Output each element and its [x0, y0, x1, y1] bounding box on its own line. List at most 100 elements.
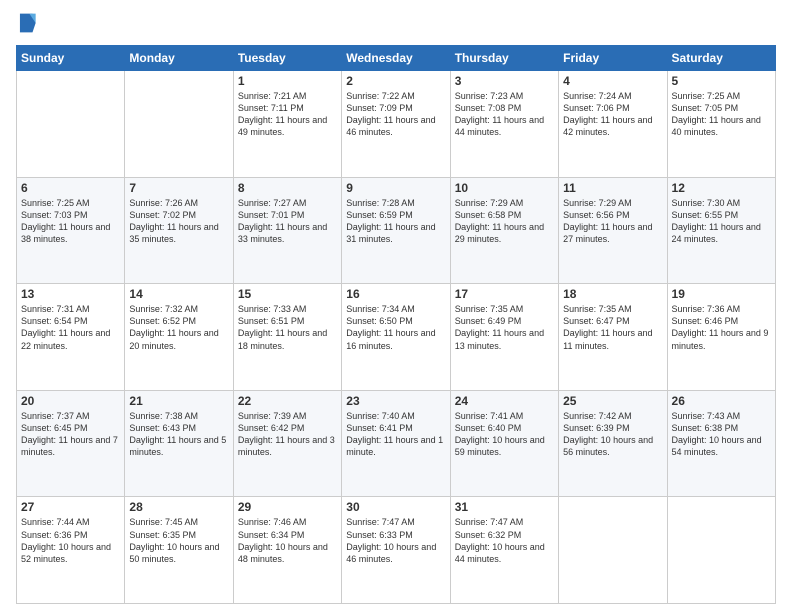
- day-info: Sunrise: 7:26 AM Sunset: 7:02 PM Dayligh…: [129, 197, 228, 246]
- week-row-4: 20 Sunrise: 7:37 AM Sunset: 6:45 PM Dayli…: [17, 390, 776, 497]
- day-number: 15: [238, 287, 337, 301]
- calendar-cell: 18 Sunrise: 7:35 AM Sunset: 6:47 PM Dayli…: [559, 284, 667, 391]
- day-info: Sunrise: 7:40 AM Sunset: 6:41 PM Dayligh…: [346, 410, 445, 459]
- weekday-header-saturday: Saturday: [667, 46, 775, 71]
- day-number: 1: [238, 74, 337, 88]
- day-info: Sunrise: 7:25 AM Sunset: 7:05 PM Dayligh…: [672, 90, 771, 139]
- day-info: Sunrise: 7:47 AM Sunset: 6:33 PM Dayligh…: [346, 516, 445, 565]
- day-info: Sunrise: 7:34 AM Sunset: 6:50 PM Dayligh…: [346, 303, 445, 352]
- calendar-cell: 28Sunrise: 7:45 AM Sunset: 6:35 PM Dayli…: [125, 497, 233, 604]
- day-number: 5: [672, 74, 771, 88]
- calendar-cell: 2Sunrise: 7:22 AM Sunset: 7:09 PM Daylig…: [342, 71, 450, 178]
- week-row-3: 13 Sunrise: 7:31 AM Sunset: 6:54 PM Dayli…: [17, 284, 776, 391]
- calendar-cell: 4 Sunrise: 7:24 AM Sunset: 7:06 PM Daylig…: [559, 71, 667, 178]
- day-number: 26: [672, 394, 771, 408]
- calendar-cell: 27 Sunrise: 7:44 AM Sunset: 6:36 PM Dayli…: [17, 497, 125, 604]
- day-number: 4: [563, 74, 662, 88]
- weekday-header-wednesday: Wednesday: [342, 46, 450, 71]
- day-info: Sunrise: 7:31 AM Sunset: 6:54 PM Dayligh…: [21, 303, 120, 352]
- day-info: Sunrise: 7:30 AM Sunset: 6:55 PM Dayligh…: [672, 197, 771, 246]
- day-number: 31: [455, 500, 554, 514]
- logo: [16, 12, 40, 39]
- day-number: 22: [238, 394, 337, 408]
- day-info: Sunrise: 7:22 AM Sunset: 7:09 PM Dayligh…: [346, 90, 445, 139]
- week-row-1: 1 Sunrise: 7:21 AM Sunset: 7:11 PM Daylig…: [17, 71, 776, 178]
- calendar-cell: 3 Sunrise: 7:23 AM Sunset: 7:08 PM Daylig…: [450, 71, 558, 178]
- day-number: 11: [563, 181, 662, 195]
- day-info: Sunrise: 7:41 AM Sunset: 6:40 PM Dayligh…: [455, 410, 554, 459]
- calendar-cell: 9 Sunrise: 7:28 AM Sunset: 6:59 PM Daylig…: [342, 177, 450, 284]
- calendar-cell: [125, 71, 233, 178]
- day-number: 30: [346, 500, 445, 514]
- day-info: Sunrise: 7:21 AM Sunset: 7:11 PM Dayligh…: [238, 90, 337, 139]
- weekday-header-thursday: Thursday: [450, 46, 558, 71]
- calendar-cell: 16 Sunrise: 7:34 AM Sunset: 6:50 PM Dayli…: [342, 284, 450, 391]
- day-number: 3: [455, 74, 554, 88]
- weekday-header-sunday: Sunday: [17, 46, 125, 71]
- day-number: 25: [563, 394, 662, 408]
- day-number: 17: [455, 287, 554, 301]
- day-info: Sunrise: 7:38 AM Sunset: 6:43 PM Dayligh…: [129, 410, 228, 459]
- day-number: 12: [672, 181, 771, 195]
- day-number: 28: [129, 500, 228, 514]
- day-info: Sunrise: 7:39 AM Sunset: 6:42 PM Dayligh…: [238, 410, 337, 459]
- day-number: 13: [21, 287, 120, 301]
- day-number: 23: [346, 394, 445, 408]
- day-info: Sunrise: 7:28 AM Sunset: 6:59 PM Dayligh…: [346, 197, 445, 246]
- day-number: 10: [455, 181, 554, 195]
- day-info: Sunrise: 7:29 AM Sunset: 6:58 PM Dayligh…: [455, 197, 554, 246]
- day-number: 8: [238, 181, 337, 195]
- header: [16, 12, 776, 39]
- page: SundayMondayTuesdayWednesdayThursdayFrid…: [0, 0, 792, 612]
- calendar-cell: 5 Sunrise: 7:25 AM Sunset: 7:05 PM Daylig…: [667, 71, 775, 178]
- calendar-cell: 13 Sunrise: 7:31 AM Sunset: 6:54 PM Dayli…: [17, 284, 125, 391]
- day-number: 21: [129, 394, 228, 408]
- calendar-cell: 10 Sunrise: 7:29 AM Sunset: 6:58 PM Dayli…: [450, 177, 558, 284]
- calendar-cell: 1 Sunrise: 7:21 AM Sunset: 7:11 PM Daylig…: [233, 71, 341, 178]
- weekday-header-row: SundayMondayTuesdayWednesdayThursdayFrid…: [17, 46, 776, 71]
- calendar-cell: 7Sunrise: 7:26 AM Sunset: 7:02 PM Daylig…: [125, 177, 233, 284]
- calendar-cell: 26Sunrise: 7:43 AM Sunset: 6:38 PM Dayli…: [667, 390, 775, 497]
- day-info: Sunrise: 7:35 AM Sunset: 6:49 PM Dayligh…: [455, 303, 554, 352]
- day-number: 20: [21, 394, 120, 408]
- week-row-2: 6Sunrise: 7:25 AM Sunset: 7:03 PM Daylig…: [17, 177, 776, 284]
- calendar-cell: 14 Sunrise: 7:32 AM Sunset: 6:52 PM Dayli…: [125, 284, 233, 391]
- calendar-cell: 12 Sunrise: 7:30 AM Sunset: 6:55 PM Dayli…: [667, 177, 775, 284]
- calendar-cell: 8 Sunrise: 7:27 AM Sunset: 7:01 PM Daylig…: [233, 177, 341, 284]
- day-number: 19: [672, 287, 771, 301]
- calendar-cell: 17 Sunrise: 7:35 AM Sunset: 6:49 PM Dayli…: [450, 284, 558, 391]
- weekday-header-friday: Friday: [559, 46, 667, 71]
- day-info: Sunrise: 7:27 AM Sunset: 7:01 PM Dayligh…: [238, 197, 337, 246]
- weekday-header-tuesday: Tuesday: [233, 46, 341, 71]
- day-number: 16: [346, 287, 445, 301]
- day-info: Sunrise: 7:24 AM Sunset: 7:06 PM Dayligh…: [563, 90, 662, 139]
- week-row-5: 27 Sunrise: 7:44 AM Sunset: 6:36 PM Dayli…: [17, 497, 776, 604]
- day-info: Sunrise: 7:37 AM Sunset: 6:45 PM Dayligh…: [21, 410, 120, 459]
- day-info: Sunrise: 7:33 AM Sunset: 6:51 PM Dayligh…: [238, 303, 337, 352]
- calendar-cell: 30 Sunrise: 7:47 AM Sunset: 6:33 PM Dayli…: [342, 497, 450, 604]
- day-info: Sunrise: 7:36 AM Sunset: 6:46 PM Dayligh…: [672, 303, 771, 352]
- calendar-cell: 22 Sunrise: 7:39 AM Sunset: 6:42 PM Dayli…: [233, 390, 341, 497]
- weekday-header-monday: Monday: [125, 46, 233, 71]
- day-info: Sunrise: 7:23 AM Sunset: 7:08 PM Dayligh…: [455, 90, 554, 139]
- day-info: Sunrise: 7:47 AM Sunset: 6:32 PM Dayligh…: [455, 516, 554, 565]
- calendar-cell: 23 Sunrise: 7:40 AM Sunset: 6:41 PM Dayli…: [342, 390, 450, 497]
- day-info: Sunrise: 7:46 AM Sunset: 6:34 PM Dayligh…: [238, 516, 337, 565]
- calendar-cell: 6Sunrise: 7:25 AM Sunset: 7:03 PM Daylig…: [17, 177, 125, 284]
- day-number: 27: [21, 500, 120, 514]
- calendar-cell: 15 Sunrise: 7:33 AM Sunset: 6:51 PM Dayli…: [233, 284, 341, 391]
- day-info: Sunrise: 7:35 AM Sunset: 6:47 PM Dayligh…: [563, 303, 662, 352]
- day-info: Sunrise: 7:44 AM Sunset: 6:36 PM Dayligh…: [21, 516, 120, 565]
- logo-icon: [18, 12, 36, 34]
- day-number: 6: [21, 181, 120, 195]
- calendar-cell: 21 Sunrise: 7:38 AM Sunset: 6:43 PM Dayli…: [125, 390, 233, 497]
- day-number: 24: [455, 394, 554, 408]
- day-number: 9: [346, 181, 445, 195]
- calendar-cell: 24 Sunrise: 7:41 AM Sunset: 6:40 PM Dayli…: [450, 390, 558, 497]
- day-number: 14: [129, 287, 228, 301]
- calendar-cell: [17, 71, 125, 178]
- day-number: 18: [563, 287, 662, 301]
- calendar-cell: 25Sunrise: 7:42 AM Sunset: 6:39 PM Dayli…: [559, 390, 667, 497]
- day-info: Sunrise: 7:32 AM Sunset: 6:52 PM Dayligh…: [129, 303, 228, 352]
- calendar-cell: 20 Sunrise: 7:37 AM Sunset: 6:45 PM Dayli…: [17, 390, 125, 497]
